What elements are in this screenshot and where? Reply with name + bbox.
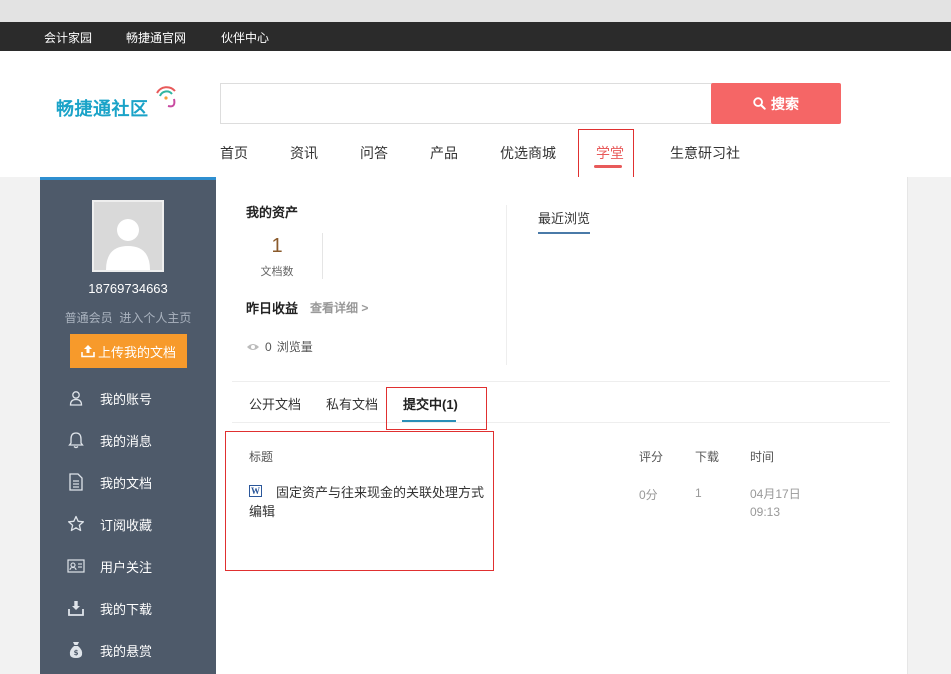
column-header-score: 评分 bbox=[639, 450, 664, 464]
recent-browsing-title[interactable]: 最近浏览 bbox=[538, 208, 591, 234]
username: 18769734663 bbox=[88, 281, 168, 296]
column-header-time: 时间 bbox=[750, 450, 775, 464]
divider bbox=[232, 381, 890, 382]
logo-wifi-icon bbox=[156, 86, 176, 108]
money-bag-icon: $ bbox=[66, 640, 86, 660]
row-time: 04月17日 09:13 bbox=[750, 485, 820, 521]
tab-private-docs[interactable]: 私有文档 bbox=[326, 394, 378, 413]
sidebar-item-subscriptions[interactable]: 订阅收藏 bbox=[40, 503, 216, 545]
sidebar-item-messages[interactable]: 我的消息 bbox=[40, 419, 216, 461]
star-icon bbox=[66, 514, 86, 534]
nav-business-club[interactable]: 生意研习社 bbox=[670, 143, 740, 163]
tab-public-docs[interactable]: 公开文档 bbox=[249, 394, 301, 413]
views-stat: 0 浏览量 bbox=[246, 338, 313, 355]
sidebar-item-rewards[interactable]: $ 我的悬赏 bbox=[40, 629, 216, 671]
topbar-link-kuaiji[interactable]: 会计家园 bbox=[44, 29, 92, 46]
sidebar-item-downloads[interactable]: 我的下载 bbox=[40, 587, 216, 629]
bell-icon bbox=[66, 430, 86, 450]
upload-icon bbox=[81, 345, 95, 358]
divider bbox=[322, 233, 323, 279]
browser-chrome-strip bbox=[0, 0, 951, 22]
nav-qa[interactable]: 问答 bbox=[360, 143, 388, 163]
sidebar-item-documents[interactable]: 我的文档 bbox=[40, 461, 216, 503]
user-icon bbox=[66, 388, 86, 408]
search-icon bbox=[753, 97, 766, 110]
member-info: 普通会员 进入个人主页 bbox=[40, 309, 216, 326]
view-detail-link[interactable]: 查看详细 > bbox=[310, 299, 368, 316]
sidebar: 18769734663 普通会员 进入个人主页 上传我的文档 我的账号 我的消息… bbox=[40, 177, 216, 674]
nav-home[interactable]: 首页 bbox=[220, 143, 248, 163]
avatar[interactable] bbox=[92, 200, 164, 272]
personal-home-link[interactable]: 进入个人主页 bbox=[119, 311, 191, 325]
divider bbox=[506, 205, 507, 365]
nav-products[interactable]: 产品 bbox=[430, 143, 458, 163]
views-count: 0 bbox=[265, 339, 272, 354]
site-logo[interactable]: 畅捷通社区 bbox=[56, 86, 176, 126]
eye-icon bbox=[247, 343, 259, 350]
sidebar-item-label: 用户关注 bbox=[100, 560, 153, 575]
divider bbox=[232, 422, 890, 423]
highlight-box-table bbox=[225, 431, 494, 571]
row-date: 04月17日 bbox=[750, 487, 801, 501]
sidebar-item-label: 我的下载 bbox=[100, 602, 153, 617]
row-clock: 09:13 bbox=[750, 505, 781, 519]
sidebar-item-label: 我的消息 bbox=[100, 434, 153, 449]
search-box bbox=[220, 83, 714, 124]
sidebar-item-label: 我的悬赏 bbox=[100, 644, 153, 659]
doc-count-label: 文档数 bbox=[260, 266, 294, 278]
id-card-icon bbox=[66, 556, 86, 576]
highlight-box-nav bbox=[578, 129, 634, 178]
sidebar-item-account[interactable]: 我的账号 bbox=[40, 377, 216, 419]
search-button[interactable]: 搜索 bbox=[711, 83, 841, 124]
yesterday-earnings-label: 昨日收益 bbox=[246, 301, 299, 316]
upload-document-button[interactable]: 上传我的文档 bbox=[70, 334, 187, 368]
views-label: 浏览量 bbox=[276, 340, 313, 354]
svg-text:$: $ bbox=[74, 649, 79, 657]
search-input[interactable] bbox=[221, 84, 714, 123]
topbar-link-partner[interactable]: 伙伴中心 bbox=[221, 29, 269, 46]
doc-count-value: 1 bbox=[271, 235, 283, 257]
upload-button-label: 上传我的文档 bbox=[97, 344, 176, 360]
member-level: 普通会员 bbox=[64, 311, 113, 325]
sidebar-item-label: 订阅收藏 bbox=[100, 518, 153, 533]
row-downloads: 1 bbox=[695, 486, 702, 500]
top-bar: 会计家园 畅捷通官网 伙伴中心 bbox=[0, 22, 951, 51]
download-icon bbox=[66, 598, 86, 618]
logo-text: 畅捷通社区 bbox=[56, 99, 149, 119]
user-silhouette-icon bbox=[106, 219, 150, 270]
nav-news[interactable]: 资讯 bbox=[290, 143, 318, 163]
topbar-link-official[interactable]: 畅捷通官网 bbox=[126, 29, 186, 46]
sidebar-item-label: 我的账号 bbox=[100, 392, 153, 407]
assets-title: 我的资产 bbox=[246, 205, 299, 220]
document-icon bbox=[66, 472, 86, 492]
search-button-label: 搜索 bbox=[771, 95, 799, 112]
column-header-downloads: 下载 bbox=[695, 450, 720, 464]
main-content: 我的资产 1 文档数 昨日收益 查看详细 > 0 浏览量 最近浏览 公开文档 私… bbox=[216, 177, 908, 674]
sidebar-item-label: 我的文档 bbox=[100, 476, 153, 491]
row-score: 0分 bbox=[639, 488, 658, 502]
sidebar-item-following[interactable]: 用户关注 bbox=[40, 545, 216, 587]
nav-mall[interactable]: 优选商城 bbox=[500, 143, 556, 163]
highlight-box-tab bbox=[386, 387, 487, 430]
